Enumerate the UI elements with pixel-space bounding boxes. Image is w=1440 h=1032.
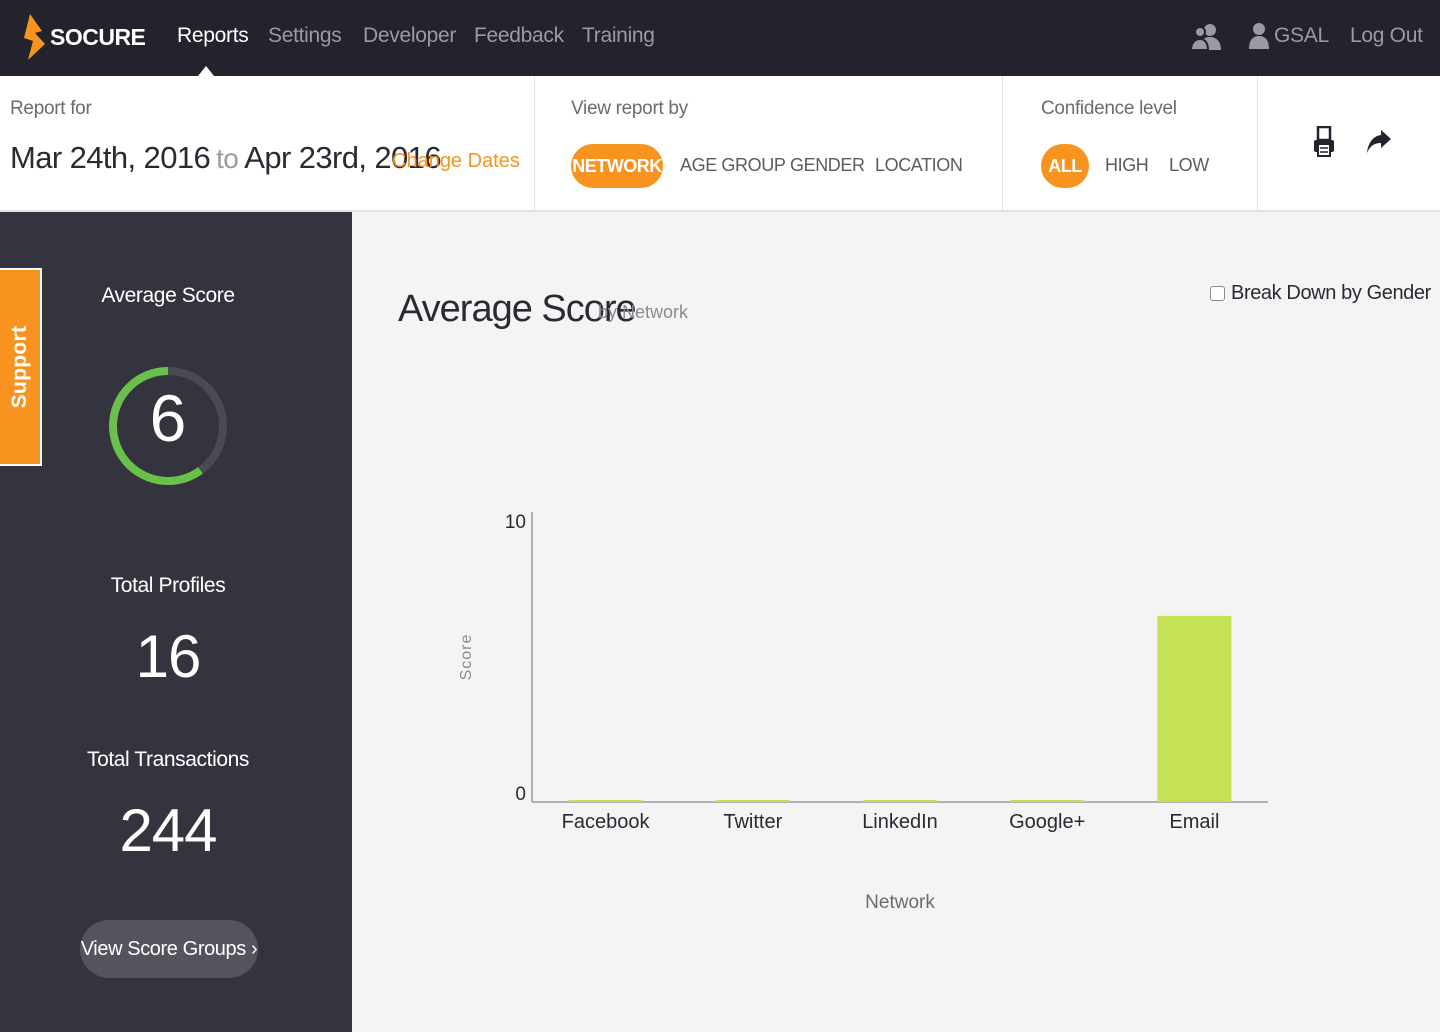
- x-axis-label: Network: [865, 892, 935, 913]
- x-tick-label: LinkedIn: [862, 811, 938, 833]
- breakdown-label: Break Down by Gender: [1231, 282, 1431, 304]
- y-tick-label: 0: [515, 784, 526, 805]
- filter-bar: Report for Mar 24th, 2016 to Apr 23rd, 201…: [0, 76, 1440, 212]
- confidence-section: Confidence level ALL HIGH LOW: [1003, 76, 1258, 210]
- nav-settings[interactable]: Settings: [268, 24, 342, 48]
- start-date: Mar 24th, 2016: [10, 140, 211, 175]
- print-icon[interactable]: [1312, 126, 1336, 158]
- confidence-high[interactable]: HIGH: [1105, 155, 1149, 176]
- support-label: Support: [8, 325, 31, 409]
- total-profiles-label: Total Profiles: [110, 574, 226, 597]
- confidence-all[interactable]: ALL: [1041, 144, 1089, 188]
- y-axis-label: Score: [458, 634, 475, 681]
- date-separator: to: [216, 143, 239, 174]
- report-date-section: Report for Mar 24th, 2016 to Apr 23rd, 201…: [0, 76, 535, 210]
- report-for-label: Report for: [10, 98, 92, 119]
- logout-link[interactable]: Log Out: [1350, 24, 1423, 48]
- view-by-location[interactable]: LOCATION: [875, 155, 963, 176]
- bar-facebook: [568, 800, 643, 802]
- confidence-low[interactable]: LOW: [1169, 155, 1209, 176]
- average-score-value: 6: [149, 381, 187, 455]
- date-range: Mar 24th, 2016 to Apr 23rd, 2016: [10, 140, 442, 176]
- x-tick-label: Email: [1169, 811, 1219, 833]
- x-tick-label: Twitter: [723, 811, 782, 833]
- view-by-section: View report by NETWORK AGE GROUP GENDER …: [535, 76, 1003, 210]
- socure-logo[interactable]: SOCURE: [22, 14, 146, 60]
- bar-email: [1157, 615, 1232, 802]
- breakdown-checkbox[interactable]: [1210, 286, 1225, 301]
- users-icon[interactable]: [1190, 22, 1222, 52]
- active-nav-caret: [198, 66, 214, 76]
- x-tick-label: Google+: [1009, 811, 1085, 833]
- nav-feedback[interactable]: Feedback: [474, 24, 564, 48]
- confidence-label: Confidence level: [1041, 98, 1177, 119]
- bolt-icon: [24, 14, 45, 60]
- breakdown-toggle[interactable]: Break Down by Gender: [1210, 282, 1431, 305]
- top-nav: SOCURE Reports Settings Developer Feedba…: [0, 0, 1440, 76]
- user-icon[interactable]: [1248, 22, 1270, 50]
- user-name[interactable]: GSAL: [1274, 24, 1329, 48]
- bar-google: [1010, 800, 1085, 802]
- chart-subtitle: by Network: [598, 302, 689, 322]
- bar-twitter: [715, 800, 790, 802]
- x-tick-label: Facebook: [562, 811, 651, 833]
- view-by-network[interactable]: NETWORK: [571, 144, 663, 188]
- nav-training[interactable]: Training: [582, 24, 655, 48]
- total-transactions-value: 244: [119, 797, 217, 864]
- average-score-label: Average Score: [101, 284, 235, 307]
- total-profiles-value: 16: [135, 623, 202, 690]
- brand-name: SOCURE: [50, 23, 146, 50]
- bar-linkedin: [863, 800, 937, 802]
- average-score-chart: 10 0 Score Facebook Twitter LinkedIn Google+ Em…: [440, 500, 1280, 930]
- change-dates-link[interactable]: Change Dates: [392, 150, 520, 173]
- share-icon[interactable]: [1366, 128, 1392, 154]
- support-tab[interactable]: Support: [0, 268, 42, 466]
- view-by-gender[interactable]: GENDER: [790, 155, 865, 176]
- total-transactions-label: Total Transactions: [86, 748, 250, 771]
- chart-svg: 10 0 Score Facebook Twitter LinkedIn Google+ Em…: [458, 512, 1268, 913]
- nav-developer[interactable]: Developer: [363, 24, 456, 48]
- view-score-groups-button[interactable]: View Score Groups ›: [80, 920, 258, 978]
- y-tick-label: 10: [505, 512, 526, 533]
- view-by-label: View report by: [571, 98, 688, 119]
- nav-reports[interactable]: Reports: [177, 24, 249, 48]
- view-by-age-group[interactable]: AGE GROUP: [680, 155, 786, 176]
